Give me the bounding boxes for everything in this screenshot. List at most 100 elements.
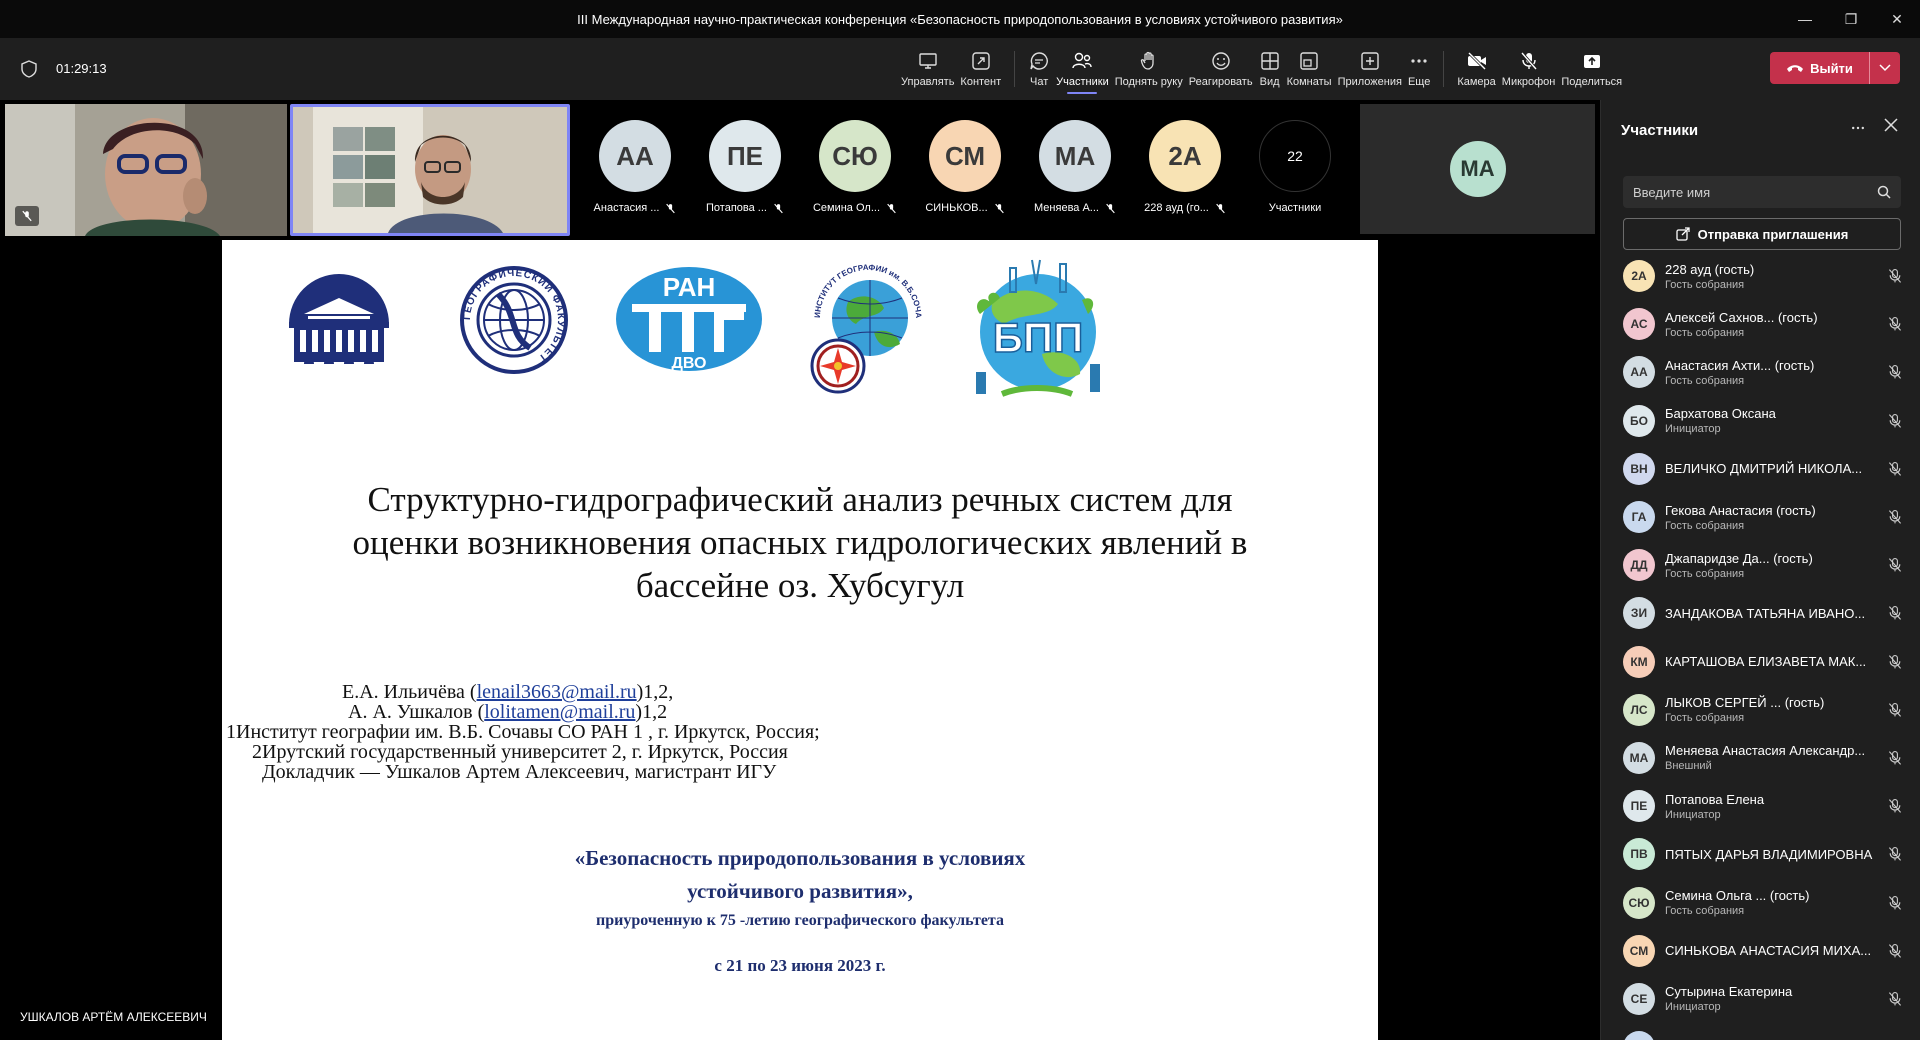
participant-avatar: КМ (1623, 645, 1655, 678)
presentation-slide: ГЕОГРАФИЧЕСКИЙ ФАКУЛЬТЕТ РАН ДВО ИНСТИТУ… (222, 240, 1378, 1040)
participant-video-frame (5, 104, 287, 236)
chat-button[interactable]: Чат (1025, 38, 1053, 100)
participant-count-label: Участники (1268, 202, 1322, 214)
panel-more-button[interactable] (1850, 120, 1866, 141)
participant-video-1[interactable] (5, 104, 287, 236)
minimize-button[interactable]: — (1782, 0, 1828, 38)
avatar-name: Семина Ол... (813, 202, 897, 214)
participant-count-tile[interactable]: 22 Участники (1240, 104, 1350, 236)
avatar-tile[interactable]: ПЕ Потапова ... (690, 104, 800, 236)
rooms-button[interactable]: Комнаты (1284, 38, 1335, 100)
participant-text: ЛЫКОВ СЕРГЕЙ ... (гость) Гость собрания (1665, 695, 1885, 724)
camera-button[interactable]: Камера (1454, 38, 1498, 100)
more-button[interactable]: Еще (1405, 38, 1433, 100)
avatar: МА (1039, 120, 1111, 192)
search-icon[interactable] (1877, 185, 1891, 199)
mic-off-icon (1888, 461, 1902, 476)
participant-row[interactable]: БО Бархатова Оксана Инициатор (1601, 397, 1920, 445)
chat-icon (1028, 50, 1050, 72)
participant-row[interactable]: ЛС ЛЫКОВ СЕРГЕЙ ... (гость) Гость собран… (1601, 686, 1920, 734)
participant-avatar: МА (1623, 741, 1655, 774)
meeting-timer: 01:29:13 (56, 61, 107, 76)
avatar: МА (1449, 141, 1506, 197)
avatar-name-text: 228 ауд (го... (1144, 202, 1209, 214)
speaker-line: Докладчик — Ушкалов Артем Алексеевич, ма… (262, 761, 777, 783)
react-button[interactable]: Реагировать (1186, 38, 1256, 100)
participant-avatar: ПЕ (1623, 790, 1655, 823)
leave-dropdown[interactable] (1870, 64, 1900, 72)
avatar-tile[interactable]: 2А 228 ауд (го... (1130, 104, 1240, 236)
participant-row[interactable]: ДД Джапаридзе Да... (гость) Гость собран… (1601, 541, 1920, 589)
avatar-tile[interactable]: АА Анастасия ... (580, 104, 690, 236)
participant-row[interactable]: КМ КАРТАШОВА ЕЛИЗАВЕТА МАК... (1601, 638, 1920, 686)
participant-text: Гекова Анастасия (гость) Гость собрания (1665, 503, 1885, 532)
mic-off-icon (1888, 799, 1902, 813)
avatar-tile[interactable]: СЮ Семина Ол... (800, 104, 910, 236)
content-button[interactable]: Контент (957, 38, 1004, 100)
search-input[interactable] (1633, 184, 1877, 200)
mic-off-icon (1888, 317, 1902, 332)
participant-name: Сутырина Екатерина (1665, 984, 1793, 1000)
participant-text: СИНЬКОВА АНАСТАСИЯ МИХА... (1665, 943, 1885, 958)
share-button[interactable]: Поделиться (1558, 38, 1625, 100)
participant-text: Джапаридзе Да... (гость) Гость собрания (1665, 551, 1885, 580)
panel-close-button[interactable] (1884, 118, 1898, 137)
participant-row[interactable]: АС Алексей Сахнов... (гость) Гость собра… (1601, 300, 1920, 348)
avatar-tile[interactable]: СМ СИНЬКОВ... (910, 104, 1020, 236)
participant-row[interactable]: ПВ ПЯТЫХ ДАРЬЯ ВЛАДИМИРОВНА (1601, 830, 1920, 878)
participant-text: Бархатова Оксана Инициатор (1665, 406, 1885, 435)
mic-off-icon (1888, 943, 1902, 958)
participant-text: Сутырина Екатерина Инициатор (1665, 984, 1885, 1013)
participant-row[interactable]: МА Меняева Анастасия Александр... Внешни… (1601, 734, 1920, 782)
share-up-icon (1581, 50, 1603, 72)
react-label: Реагировать (1188, 76, 1253, 88)
participant-row[interactable]: ВН ВЕЛИЧКО ДМИТРИЙ НИКОЛА... (1601, 445, 1920, 493)
manage-button[interactable]: Управлять (898, 38, 957, 100)
participant-avatar: 2А (1623, 260, 1655, 293)
participant-role: Гость собрания (1665, 326, 1745, 339)
restore-button[interactable]: ❐ (1828, 0, 1874, 38)
avatar-tile[interactable]: МА Меняева А... (1020, 104, 1130, 236)
camera-off-icon (1466, 50, 1488, 72)
participants-button[interactable]: Участники (1053, 38, 1112, 100)
participant-text: Потапова Елена Инициатор (1665, 792, 1885, 821)
participant-avatar: СЕ (1623, 982, 1655, 1015)
avatar: ПЕ (709, 120, 781, 192)
participant-row[interactable]: СН Сухов Никита (гость) (1601, 1023, 1920, 1040)
participant-row[interactable]: СЮ Семина Ольга ... (гость) Гость собран… (1601, 878, 1920, 926)
participant-row[interactable]: ГА Гекова Анастасия (гость) Гость собран… (1601, 493, 1920, 541)
participant-role: Инициатор (1665, 1001, 1721, 1014)
raise-hand-button[interactable]: Поднять руку (1112, 38, 1186, 100)
participant-role: Гость собрания (1665, 278, 1745, 291)
manage-label: Управлять (901, 76, 955, 88)
participant-row[interactable]: АА Анастасия Ахти... (гость) Гость собра… (1601, 348, 1920, 396)
send-invite-button[interactable]: Отправка приглашения (1623, 218, 1901, 250)
participant-name: ЛЫКОВ СЕРГЕЙ ... (гость) (1665, 695, 1825, 711)
apps-button[interactable]: Приложения (1335, 38, 1405, 100)
conference-dates: с 21 по 23 июня 2023 г. (714, 956, 886, 975)
microphone-button[interactable]: Микрофон (1499, 38, 1559, 100)
close-window-button[interactable]: ✕ (1874, 0, 1920, 38)
avatar-name: Меняева А... (1034, 202, 1116, 214)
avatar-name-text: СИНЬКОВ... (925, 202, 988, 214)
participant-row[interactable]: СЕ Сутырина Екатерина Инициатор (1601, 975, 1920, 1023)
participant-video-speaker[interactable] (290, 104, 570, 236)
participant-name: Семина Ольга ... (гость) (1665, 888, 1810, 904)
participant-name: Потапова Елена (1665, 791, 1765, 807)
view-button[interactable]: Вид (1256, 38, 1284, 100)
mic-off-icon (1888, 751, 1902, 765)
participant-row[interactable]: ЗИ ЗАНДАКОВА ТАТЬЯНА ИВАНО... (1601, 589, 1920, 637)
slide-logos: ГЕОГРАФИЧЕСКИЙ ФАКУЛЬТЕТ РАН ДВО ИНСТИТУ… (222, 254, 1378, 434)
avatar-name-text: Потапова ... (706, 202, 767, 214)
participant-row[interactable]: СМ СИНЬКОВА АНАСТАСИЯ МИХА... (1601, 927, 1920, 975)
shield-icon (21, 60, 37, 78)
participant-row[interactable]: ПЕ Потапова Елена Инициатор (1601, 782, 1920, 830)
participant-text: Анастасия Ахти... (гость) Гость собрания (1665, 358, 1885, 387)
share-screen-icon (970, 50, 992, 72)
participant-tile-large[interactable]: МА (1360, 104, 1595, 234)
participant-row[interactable]: 2А 228 ауд (гость) Гость собрания (1601, 252, 1920, 300)
participant-avatar: ПВ (1623, 838, 1655, 871)
leave-button[interactable]: Выйти (1770, 61, 1869, 76)
participant-avatar: ДД (1623, 549, 1655, 582)
send-invite-label: Отправка приглашения (1697, 226, 1849, 242)
